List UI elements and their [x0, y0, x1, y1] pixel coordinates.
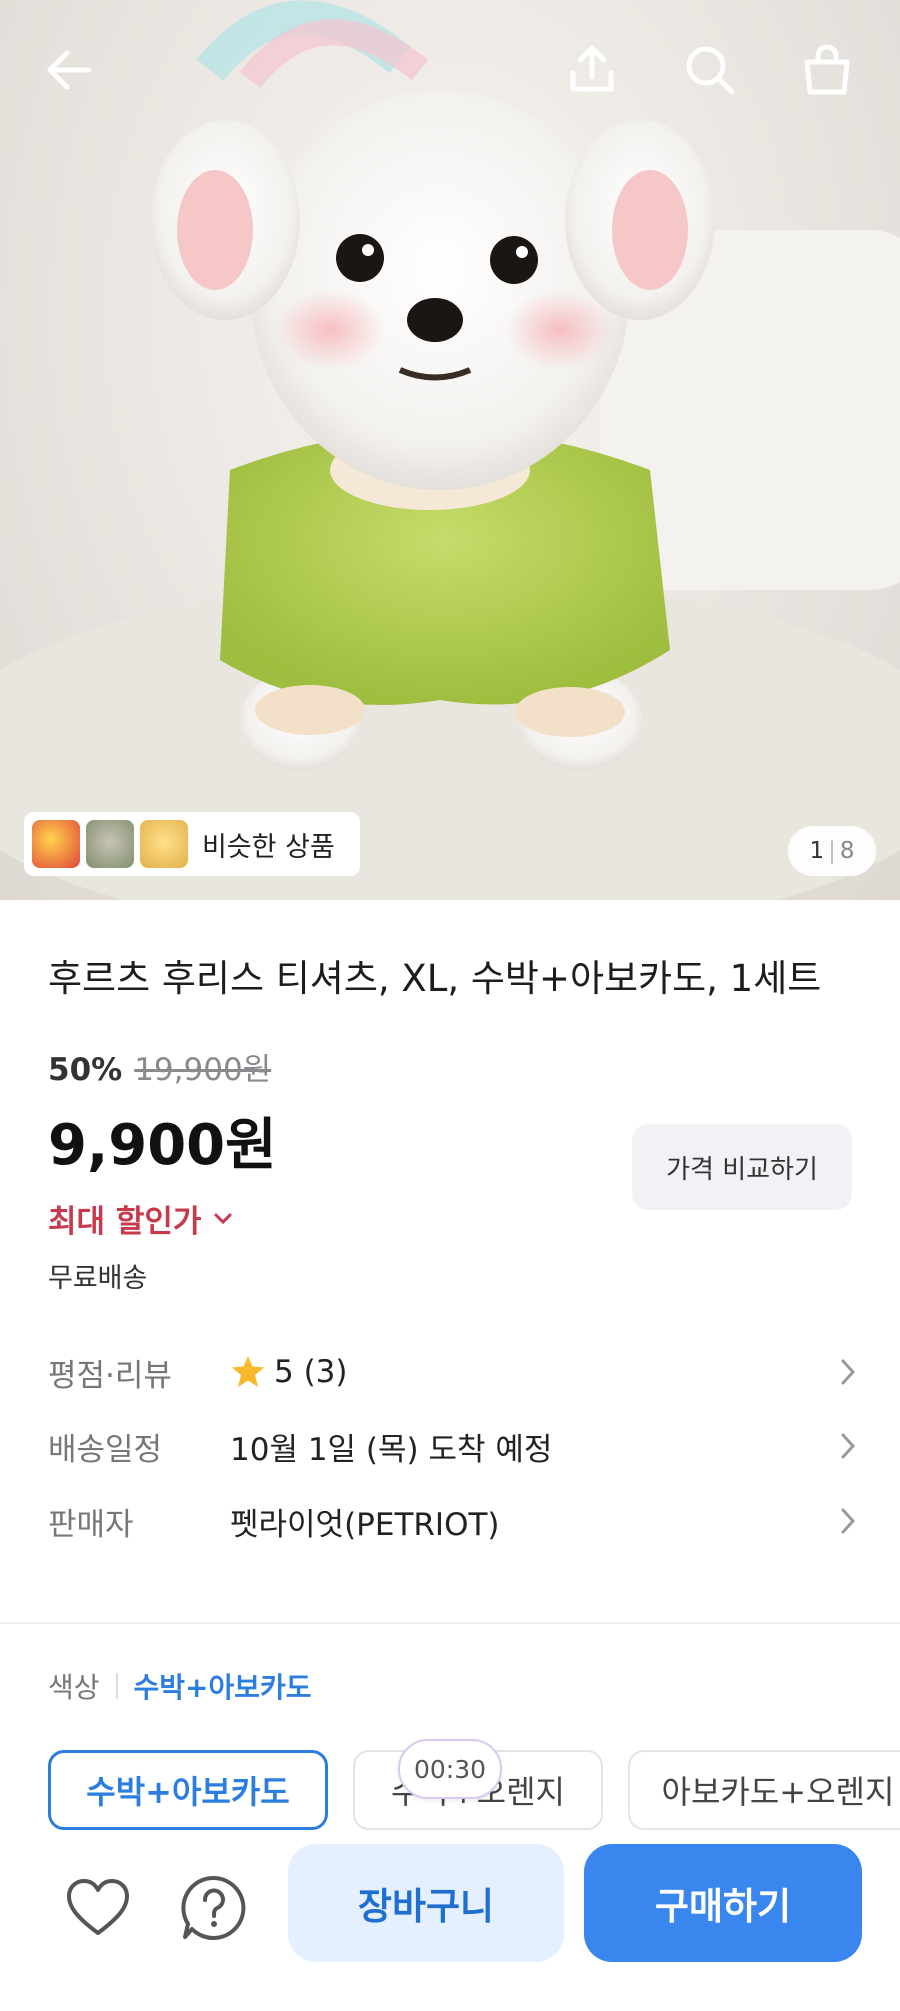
- similar-thumb-2: [86, 820, 134, 868]
- original-price: 19,900원: [134, 1052, 272, 1088]
- chevron-down-icon: [214, 1213, 232, 1224]
- search-button[interactable]: [675, 35, 745, 105]
- cart-icon-button[interactable]: [792, 35, 862, 105]
- color-option-header: 색상 수박+아보카도: [48, 1666, 312, 1706]
- search-icon: [686, 46, 735, 95]
- color-option-separator: [115, 1673, 118, 1699]
- sale-price: 9,900원: [48, 1113, 277, 1178]
- pager-total: 8: [839, 838, 855, 864]
- product-image-gallery[interactable]: 비슷한 상품 1 | 8: [0, 0, 900, 900]
- share-upload-icon: [570, 45, 614, 92]
- option-chip-watermelon-avocado[interactable]: 수박+아보카도: [48, 1750, 328, 1830]
- star-icon: [232, 1356, 264, 1387]
- similar-thumb-1: [32, 820, 80, 868]
- rating-review-value-wrap: 5 (3): [230, 1354, 348, 1390]
- rating-review-value: 5 (3): [274, 1354, 348, 1390]
- image-pager: 1 | 8: [788, 826, 876, 876]
- heart-icon: [67, 1879, 129, 1935]
- product-question-button[interactable]: [178, 1872, 250, 1944]
- pager-separator: |: [828, 838, 836, 864]
- option-chip-avocado-orange[interactable]: 아보카도+오렌지: [628, 1750, 900, 1830]
- shipping-info: 무료배송: [48, 1263, 148, 1294]
- discount-row: 50% 19,900원: [48, 1044, 271, 1089]
- seller-row[interactable]: 판매자 펫라이엇(PETRIOT): [48, 1491, 858, 1551]
- chevron-right-icon: [841, 1433, 856, 1459]
- question-icon: [181, 1875, 246, 1940]
- top-navigation-bar: [0, 30, 900, 110]
- seller-value: 펫라이엇(PETRIOT): [230, 1506, 500, 1543]
- compare-price-button[interactable]: 가격 비교하기: [632, 1124, 852, 1210]
- similar-thumb-3: [140, 820, 188, 868]
- delivery-schedule-value: 10월 1일 (목) 도착 예정: [230, 1431, 553, 1468]
- shopping-bag-icon: [804, 44, 850, 95]
- pager-current: 1: [809, 838, 825, 864]
- back-button[interactable]: [34, 35, 104, 105]
- color-option-label: 색상: [48, 1671, 100, 1704]
- chevron-right-icon: [841, 1508, 856, 1534]
- buy-now-button[interactable]: 구매하기: [584, 1844, 862, 1962]
- delivery-schedule-key: 배송일정: [48, 1431, 163, 1468]
- bottom-action-bar: 장바구니 구매하기: [0, 1830, 900, 2011]
- similar-products-button[interactable]: 비슷한 상품: [24, 812, 360, 876]
- section-divider: [0, 1622, 900, 1624]
- favorite-button[interactable]: [62, 1872, 134, 1944]
- selected-color-value: 수박+아보카도: [133, 1671, 312, 1704]
- rating-review-row[interactable]: 평점·리뷰 5 (3): [48, 1342, 858, 1402]
- discount-percent: 50%: [48, 1052, 123, 1088]
- timer-badge: 00:30: [398, 1739, 502, 1799]
- seller-key: 판매자: [48, 1506, 134, 1543]
- max-discount-toggle[interactable]: 최대 할인가: [48, 1196, 233, 1241]
- rating-review-key: 평점·리뷰: [48, 1357, 172, 1394]
- chevron-right-icon: [841, 1359, 856, 1385]
- delivery-schedule-row[interactable]: 배송일정 10월 1일 (목) 도착 예정: [48, 1416, 858, 1476]
- similar-products-label: 비슷한 상품: [202, 831, 335, 863]
- product-photo: [0, 0, 900, 900]
- arrow-left-icon: [47, 50, 92, 90]
- max-discount-label: 최대 할인가: [48, 1204, 202, 1240]
- add-to-cart-button[interactable]: 장바구니: [288, 1844, 564, 1962]
- product-title: 후르츠 후리스 티셔츠, XL, 수박+아보카도, 1세트: [48, 957, 822, 1000]
- share-button[interactable]: [557, 35, 627, 105]
